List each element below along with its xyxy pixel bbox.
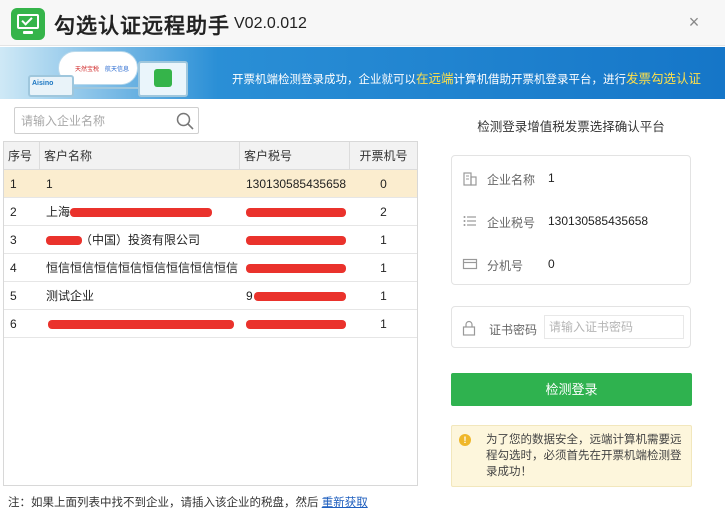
detect-login-button[interactable]: 检测登录: [451, 373, 692, 406]
cell-count: 0: [380, 177, 387, 191]
remote-app-icon: [154, 69, 172, 87]
cell-count: 2: [380, 205, 387, 219]
banner-text-2: 计算机借助开票机登录平台，进行: [453, 74, 627, 86]
table-row[interactable]: 6 1: [4, 310, 417, 338]
cell-no: 4: [10, 261, 17, 275]
cell-no: 1: [10, 177, 17, 191]
footer-note: 注：如果上面列表中找不到企业，请插入该企业的税盘，然后 重新获取: [8, 494, 368, 510]
cell-no: 3: [10, 233, 17, 247]
redaction-mark: [254, 292, 346, 301]
cell-no: 5: [10, 289, 17, 303]
banner-message: 开票机端检测登录成功，企业就可以在远端计算机借助开票机登录平台，进行发票勾选认证: [232, 68, 701, 87]
cell-tax: 130130585435658: [246, 177, 347, 191]
cloud-label-1: 天然宝税: [75, 67, 100, 73]
pc-label: Aisino: [32, 80, 54, 87]
redaction-mark: [246, 264, 346, 273]
banner-text-1: 开票机端检测登录成功，企业就可以: [232, 74, 416, 86]
card-icon: [462, 258, 478, 270]
security-tip: ! 为了您的数据安全，远端计算机需要远程勾选时，必须首先在开票机端检测登录成功！: [451, 425, 692, 487]
company-search-input[interactable]: [21, 112, 171, 130]
app-version: V02.0.012: [234, 15, 307, 32]
password-card: 证书密码: [451, 306, 691, 348]
header-no: 序号: [4, 142, 40, 170]
header-name: 客户名称: [40, 142, 240, 170]
table-row[interactable]: 4 恒信恒信恒信恒信恒信恒信恒信恒信 1: [4, 254, 417, 282]
company-search-box: [14, 107, 199, 134]
table-row[interactable]: 5 测试企业 9 1: [4, 282, 417, 310]
redaction-mark: [246, 320, 346, 329]
branch-row: 分机号 0: [452, 242, 690, 285]
connection-line: [74, 87, 140, 89]
info-icon: !: [459, 434, 471, 446]
company-name-row: 企业名称 1: [452, 156, 690, 199]
table-row[interactable]: 2 上海 2: [4, 198, 417, 226]
cell-count: 1: [380, 289, 387, 303]
security-tip-text: 为了您的数据安全，远端计算机需要远程勾选时，必须首先在开票机端检测登录成功！: [486, 434, 682, 478]
app-title: 勾选认证远程助手: [54, 15, 230, 38]
close-button[interactable]: ×: [684, 12, 704, 32]
refresh-link[interactable]: 重新获取: [322, 497, 368, 509]
cell-name: 1: [46, 177, 53, 191]
redaction-mark: [48, 320, 234, 329]
building-icon: [463, 172, 477, 186]
header-tax: 客户税号: [240, 142, 350, 170]
branch-label: 分机号: [487, 259, 524, 273]
cell-no: 2: [10, 205, 17, 219]
cell-count: 1: [380, 317, 387, 331]
password-label: 证书密码: [489, 323, 538, 337]
banner: 天然宝税 航天信息 Aisino 开票机端检测登录成功，企业就可以在远端计算机借…: [0, 47, 725, 99]
company-info-card: 企业名称 1 企业税号 130130585435658 分机号 0: [451, 155, 691, 285]
banner-highlight-2: 发票勾选认证: [626, 72, 702, 86]
redaction-mark: [246, 236, 346, 245]
branch-value: 0: [548, 257, 555, 271]
cloud-label-2: 航天信息: [105, 67, 130, 73]
invoice-machine-illustration: Aisino: [28, 75, 74, 97]
lock-icon: [462, 320, 476, 336]
company-name-label: 企业名称: [487, 173, 536, 187]
app-logo-icon: [11, 8, 45, 40]
certificate-password-input[interactable]: [544, 315, 684, 339]
table-row[interactable]: 3 （中国）投资有限公司 1: [4, 226, 417, 254]
title-bar: 勾选认证远程助手 V02.0.012 ×: [0, 0, 725, 46]
header-count: 开票机号: [359, 149, 408, 163]
remote-computer-illustration: [138, 61, 188, 97]
cell-name: 恒信恒信恒信恒信恒信恒信恒信恒信: [46, 261, 239, 275]
table-row[interactable]: 1 1 130130585435658 0: [4, 170, 417, 198]
cell-count: 1: [380, 261, 387, 275]
company-tax-row: 企业税号 130130585435658: [452, 199, 690, 242]
redaction-mark: [70, 208, 212, 217]
footer-note-text: 注：如果上面列表中找不到企业，请插入该企业的税盘，然后: [8, 497, 319, 509]
search-icon[interactable]: [175, 111, 195, 131]
cell-name: （中国）投资有限公司: [80, 233, 201, 247]
cell-count: 1: [380, 233, 387, 247]
cell-name: 测试企业: [46, 289, 95, 303]
company-tax-value: 130130585435658: [548, 214, 649, 228]
table-header: 序号 客户名称 客户税号 开票机号: [4, 142, 417, 170]
list-icon: [463, 216, 476, 226]
cell-no: 6: [10, 317, 17, 331]
company-tax-label: 企业税号: [487, 216, 536, 230]
company-table: 序号 客户名称 客户税号 开票机号 1 1 130130585435658 0 …: [3, 141, 418, 486]
company-name-value: 1: [548, 171, 555, 185]
redaction-mark: [246, 208, 346, 217]
banner-highlight-1: 在远端: [416, 72, 454, 86]
platform-title: 检测登录增值税发票选择确认平台: [477, 120, 665, 134]
